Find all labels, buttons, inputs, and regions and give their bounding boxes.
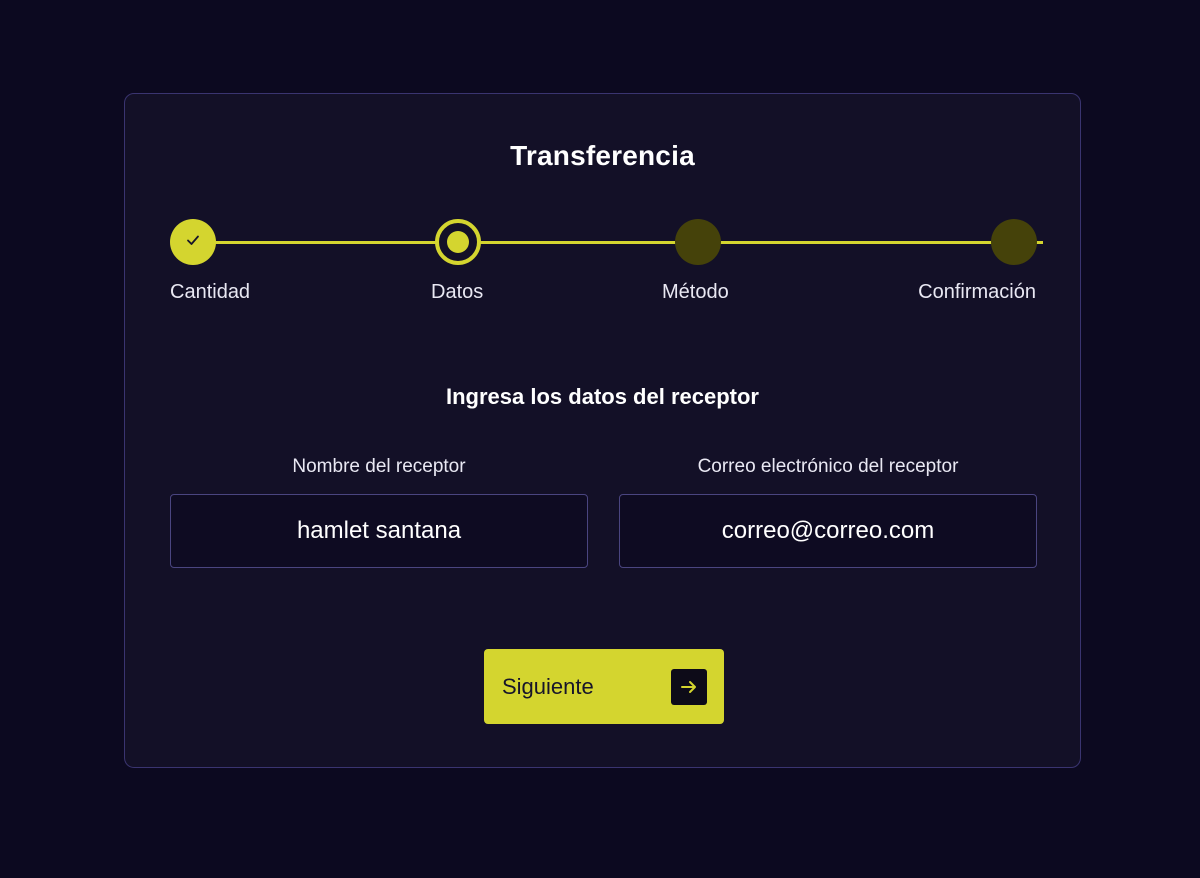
step-label-datos: Datos <box>431 281 484 303</box>
step-metodo-indicator <box>675 219 721 265</box>
step-label-confirmacion: Confirmación <box>918 281 1036 303</box>
next-button-label: Siguiente <box>502 673 594 699</box>
receiver-name-label: Nombre del receptor <box>292 456 466 477</box>
progress-stepper: Cantidad Datos Método Confirmación <box>125 94 1080 324</box>
step-label-cantidad: Cantidad <box>170 281 251 303</box>
receiver-name-input[interactable] <box>170 494 588 568</box>
next-button[interactable]: Siguiente <box>484 649 724 724</box>
receiver-email-group: Correo electrónico del receptor <box>619 456 1037 568</box>
receiver-name-group: Nombre del receptor <box>170 456 588 568</box>
stepper-track <box>193 241 1043 244</box>
step-datos-indicator <box>435 219 481 265</box>
current-step-dot <box>447 231 469 253</box>
form-subtitle: Ingresa los datos del receptor <box>446 384 759 409</box>
receiver-email-label: Correo electrónico del receptor <box>697 456 959 477</box>
receiver-email-input[interactable] <box>619 494 1037 568</box>
check-icon <box>185 232 201 253</box>
arrow-right-icon <box>671 668 707 705</box>
step-cantidad-indicator <box>170 219 216 265</box>
step-confirmacion-indicator <box>991 219 1037 265</box>
step-label-metodo: Método <box>662 281 729 303</box>
transfer-card: Transferencia Cantidad Datos Método Conf… <box>124 93 1081 768</box>
